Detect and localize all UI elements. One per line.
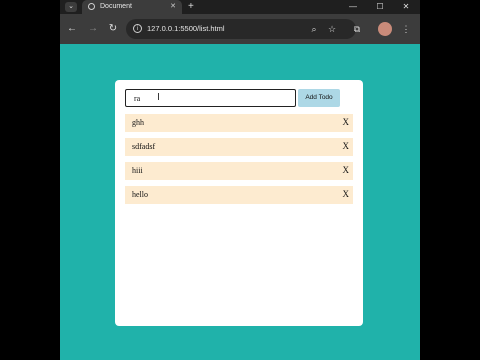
todo-text: sdfadsf [132, 142, 156, 151]
star-icon[interactable]: ☆ [326, 23, 338, 35]
delete-button[interactable]: X [343, 141, 350, 152]
arrow-left-icon[interactable]: ← [65, 22, 79, 36]
delete-button[interactable]: X [343, 189, 350, 200]
zoom-icon[interactable]: ⌕ [308, 23, 320, 35]
avatar[interactable] [378, 22, 392, 36]
todo-text: hello [132, 190, 148, 199]
info-icon[interactable]: i [133, 24, 142, 33]
tab-bar: ⌄ Document ✕ + — ☐ ✕ [60, 0, 420, 14]
chevron-down-icon[interactable]: ⌄ [65, 2, 77, 12]
minimize-icon[interactable]: — [343, 0, 363, 13]
delete-button[interactable]: X [343, 165, 350, 176]
list-item: ghh X [125, 114, 353, 132]
todo-list: ghh X sdfadsf X hiii X hello X [125, 114, 353, 210]
browser-tab[interactable]: Document ✕ [82, 0, 182, 14]
tab-title: Document [100, 3, 132, 10]
plus-icon[interactable]: + [188, 0, 194, 13]
arrow-right-icon[interactable]: → [86, 22, 100, 36]
browser-toolbar: ← → ↻ i 127.0.0.1:5500/list.html ⌕ ☆ ⧉ ⋮ [60, 14, 420, 44]
more-vertical-icon[interactable]: ⋮ [399, 22, 413, 36]
text-cursor-icon: I [157, 92, 160, 103]
list-item: sdfadsf X [125, 138, 353, 156]
list-item: hiii X [125, 162, 353, 180]
todo-text: ghh [132, 118, 144, 127]
globe-icon [88, 3, 95, 10]
todo-card: I Add Todo ghh X sdfadsf X hiii X hello … [115, 80, 363, 326]
delete-button[interactable]: X [343, 117, 350, 128]
url-text[interactable]: 127.0.0.1:5500/list.html [147, 23, 225, 35]
list-item: hello X [125, 186, 353, 204]
todo-text: hiii [132, 166, 143, 175]
address-bar[interactable]: i 127.0.0.1:5500/list.html ⌕ ☆ [126, 19, 356, 39]
maximize-icon[interactable]: ☐ [370, 0, 390, 13]
add-todo-button[interactable]: Add Todo [298, 89, 340, 107]
close-icon[interactable]: ✕ [170, 2, 176, 12]
browser-window: ⌄ Document ✕ + — ☐ ✕ ← → ↻ i 127.0.0.1:5… [60, 0, 420, 360]
todo-input[interactable] [125, 89, 296, 107]
close-window-icon[interactable]: ✕ [396, 0, 416, 13]
reload-icon[interactable]: ↻ [106, 22, 120, 36]
puzzle-icon[interactable]: ⧉ [350, 22, 364, 36]
